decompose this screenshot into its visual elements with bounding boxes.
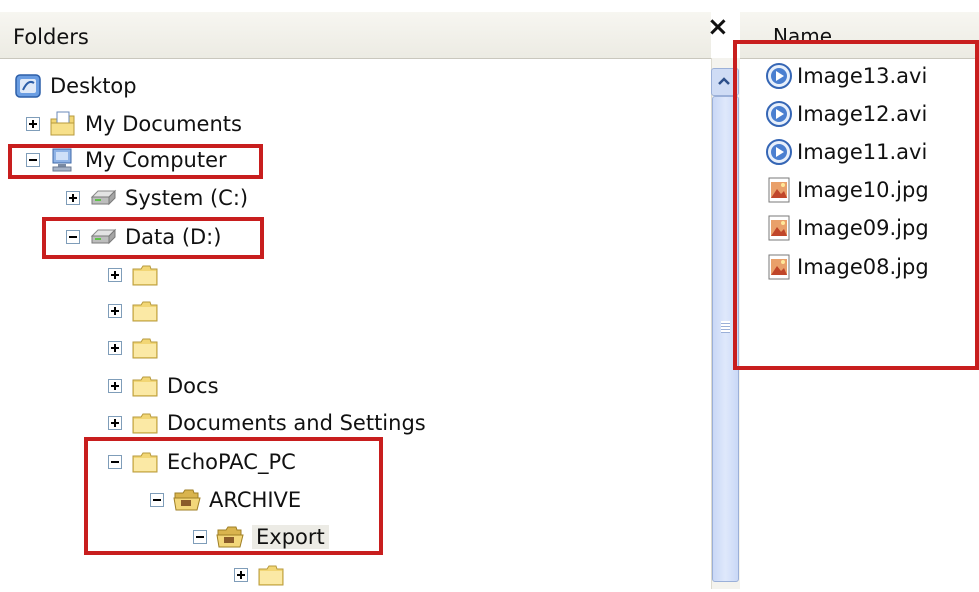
tree-item-documents-and-settings[interactable]: Documents and Settings [108,406,426,440]
expand-icon[interactable] [108,341,122,355]
chevron-up-icon [718,77,730,85]
drive-icon [89,185,117,211]
expand-icon[interactable] [234,568,248,582]
highlight-file-list [733,40,979,370]
folder-icon [131,373,159,399]
tree-item-label: System (C:) [125,186,249,210]
expand-icon[interactable] [108,268,122,282]
desktop-icon [14,73,42,99]
my-documents-icon [49,111,77,137]
folder-icon [257,562,285,588]
folder-icon [131,262,159,288]
tree-item-folder[interactable] [234,558,293,592]
folder-icon [131,335,159,361]
folder-icon [131,298,159,324]
tree-item-label: Docs [167,374,219,398]
tree-item-folder[interactable] [108,331,167,365]
expand-icon[interactable] [108,416,122,430]
grip-icon [721,321,730,333]
highlight-data-d [42,217,264,259]
expand-icon[interactable] [26,117,40,131]
expand-icon[interactable] [108,304,122,318]
expand-icon[interactable] [66,191,80,205]
expand-icon[interactable] [108,379,122,393]
highlight-echopac-export [84,437,383,555]
highlight-my-computer [8,144,263,179]
tree-item-label: Desktop [50,74,137,98]
folder-icon [131,410,159,436]
close-folders-button[interactable]: × [707,14,729,40]
tree-item-my-documents[interactable]: My Documents [26,107,242,141]
tree-item-folder[interactable] [108,294,167,328]
tree-item-docs[interactable]: Docs [108,369,219,403]
tree-item-folder[interactable] [108,258,167,292]
tree-item-desktop[interactable]: Desktop [14,69,137,103]
tree-item-system-c[interactable]: System (C:) [66,181,248,215]
tree-item-label: Documents and Settings [167,411,426,435]
folders-title: Folders [13,25,89,49]
folders-header: Folders [0,12,711,59]
tree-item-label: My Documents [85,112,242,136]
